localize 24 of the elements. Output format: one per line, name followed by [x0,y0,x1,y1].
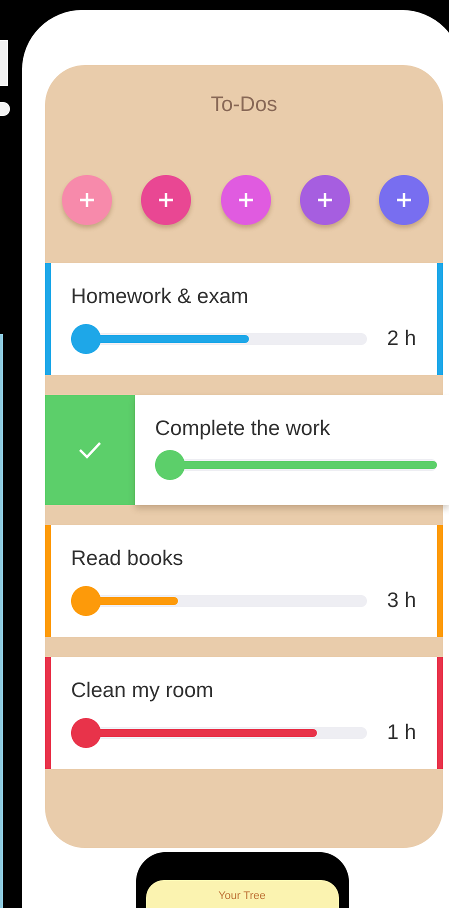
hours-label: 2 h [387,327,418,351]
check-icon [78,440,102,460]
slider-thumb[interactable] [71,324,101,354]
add-button[interactable] [379,175,429,225]
plus-icon [396,192,412,208]
plus-icon [79,192,95,208]
plus-icon [238,192,254,208]
task-title: Complete the work [155,417,332,442]
panel-title: To-Dos [210,93,278,117]
slider-thumb[interactable] [71,586,101,616]
add-button[interactable] [220,175,270,225]
plus-icon [316,192,333,208]
task-title: Clean my room [71,679,214,704]
task-title: Homework & exam [71,285,250,310]
add-button[interactable] [300,175,350,225]
slider-thumb[interactable] [155,450,185,480]
hours-label: 3 h [387,589,418,613]
task-title: Read books [71,547,184,572]
add-button[interactable] [141,175,192,225]
plus-icon [158,192,174,208]
add-button[interactable] [62,175,112,225]
hours-label: 1 h [387,721,418,745]
slider-thumb[interactable] [71,718,101,748]
tree-title: Your Tree [218,890,266,903]
